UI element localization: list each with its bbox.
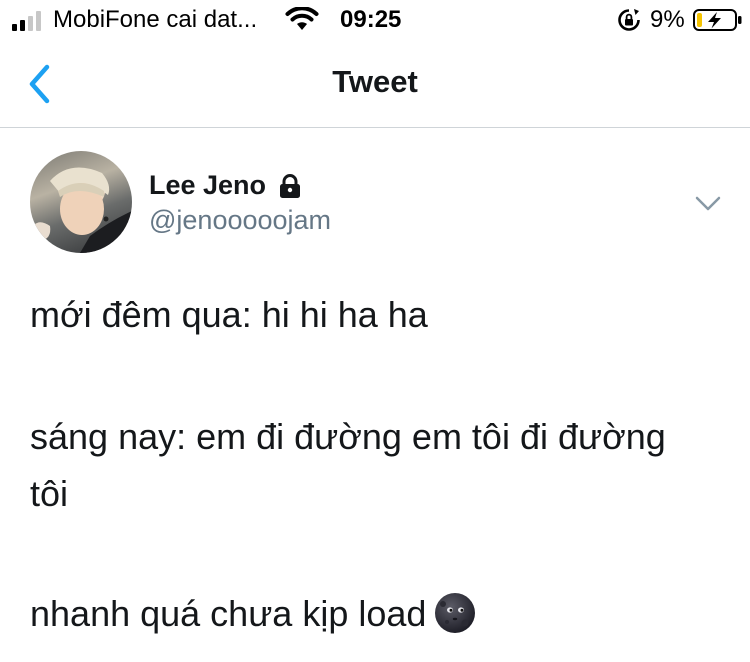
- tweet-line: sáng nay: em đi đường em tôi đi đường: [30, 416, 666, 457]
- rotation-lock-icon: [618, 9, 640, 31]
- status-time: 09:25: [340, 6, 402, 33]
- profile-photo: [34, 167, 132, 253]
- chevron-down-icon: [695, 196, 721, 211]
- battery-icon: [693, 9, 742, 31]
- page-title: Tweet: [332, 64, 418, 99]
- author-handle[interactable]: @jenooooojam: [149, 205, 331, 236]
- tweet-line: mới đêm qua: hi hi ha ha: [30, 294, 428, 335]
- author-display-name[interactable]: Lee Jeno: [149, 170, 266, 200]
- navigation-bar: Tweet: [0, 40, 750, 128]
- author-name-row: Lee Jeno: [149, 170, 303, 204]
- tweet-line-with-emoji: nhanh quá chưa kịp load: [30, 592, 476, 636]
- tweet-line-text: nhanh quá chưa kịp load: [30, 593, 427, 634]
- status-bar: MobiFone cai dat... 09:25 9%: [0, 0, 750, 40]
- tweet-menu-button[interactable]: [690, 188, 726, 218]
- avatar[interactable]: [30, 151, 132, 253]
- tweet-line: tôi: [30, 473, 69, 514]
- battery-percent: 9%: [650, 6, 685, 33]
- carrier-name: MobiFone cai dat...: [53, 6, 258, 33]
- new-moon-face-icon: [435, 593, 476, 633]
- tweet-detail-screen: MobiFone cai dat... 09:25 9% Tweet Lee J…: [0, 0, 750, 662]
- wifi-icon: [285, 7, 319, 30]
- signal-icon: [12, 11, 41, 31]
- lock-icon: [279, 173, 300, 198]
